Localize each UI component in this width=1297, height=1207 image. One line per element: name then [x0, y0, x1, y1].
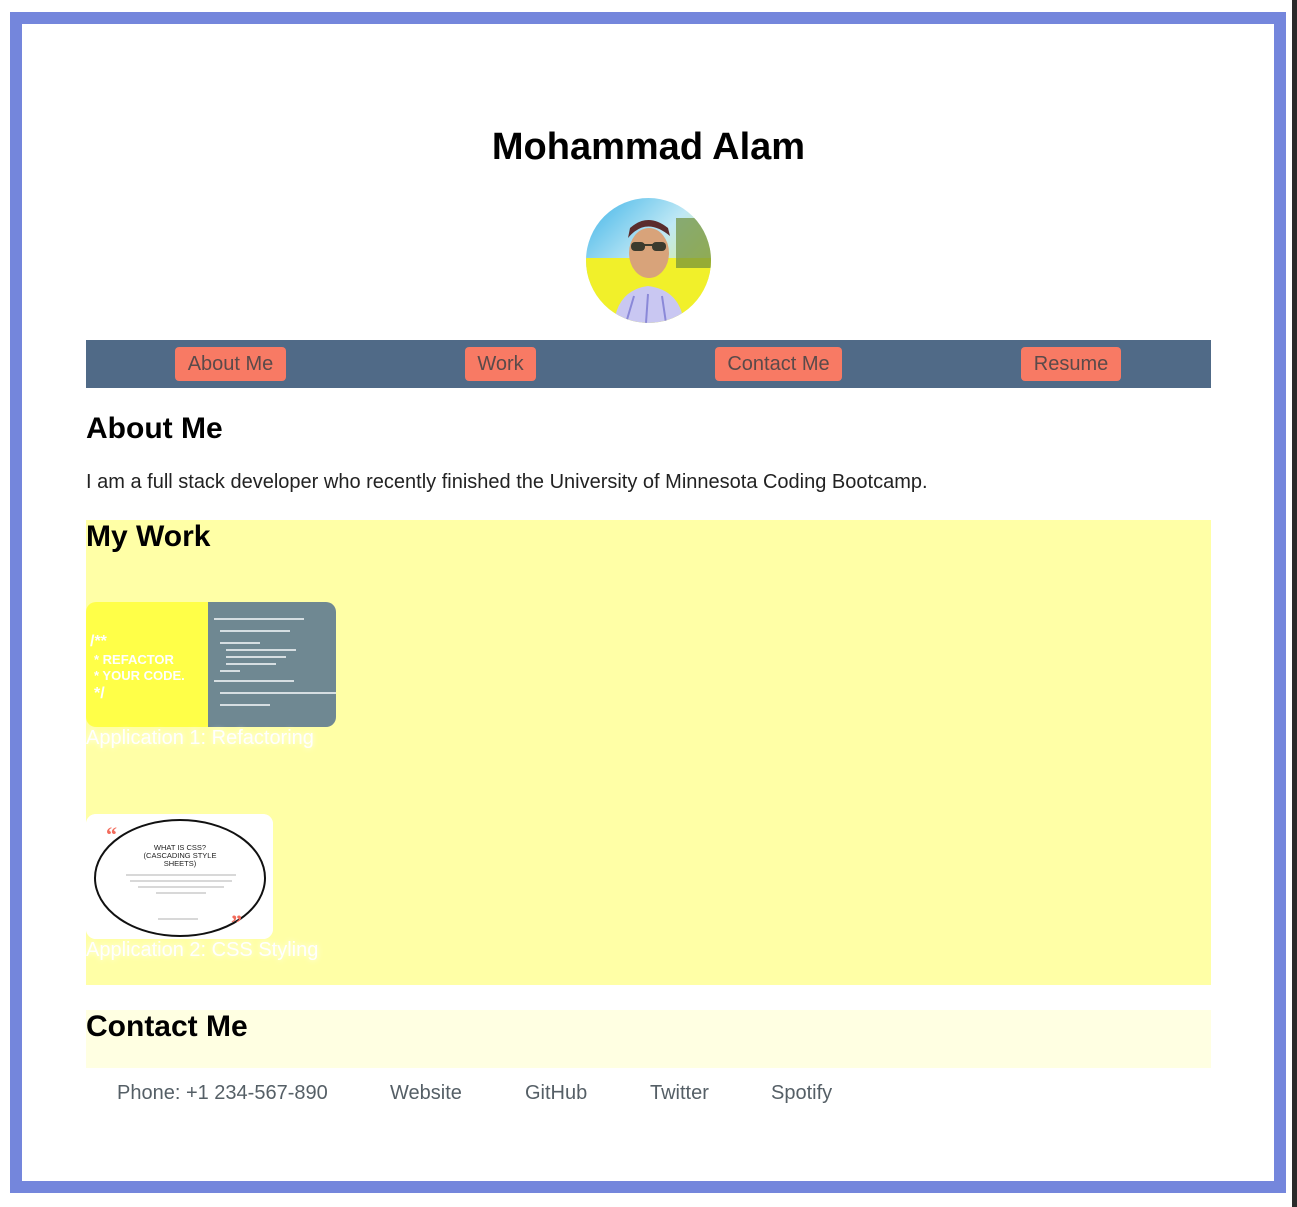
about-heading: About Me [86, 412, 223, 445]
project-1-image[interactable]: /** * REFACTOR * YOUR CODE. */ [86, 602, 336, 727]
project-1-caption[interactable]: Application 1: Refactoring [86, 727, 314, 750]
page-title: Mohammad Alam [491, 126, 806, 168]
css-line-3: SHEETS) [164, 859, 197, 868]
nav-about-me-button[interactable]: About Me [175, 347, 286, 381]
work-section: My Work /** * REFACTOR * YOUR CODE. */ A… [86, 520, 1211, 985]
css-image: “ ” WHAT IS CSS? (CASCADING STYLE SHEETS… [86, 814, 273, 939]
nav-bar: About Me Work Contact Me Resume [86, 340, 1211, 388]
avatar-image [586, 198, 711, 323]
work-heading: My Work [86, 520, 211, 553]
contact-website-link[interactable]: Website [390, 1082, 462, 1105]
refactor-image: /** * REFACTOR * YOUR CODE. */ [86, 602, 336, 727]
close-quote-icon: ” [231, 910, 242, 935]
about-text: I am a full stack developer who recently… [86, 471, 928, 493]
contact-github-link[interactable]: GitHub [525, 1082, 587, 1105]
project-2-caption[interactable]: Application 2: CSS Styling [86, 939, 318, 962]
project-2-image[interactable]: “ ” WHAT IS CSS? (CASCADING STYLE SHEETS… [86, 814, 273, 939]
nav-work-button[interactable]: Work [465, 347, 536, 381]
window-edge [1292, 0, 1297, 1207]
avatar [586, 198, 711, 323]
contact-twitter-link[interactable]: Twitter [650, 1082, 709, 1105]
contact-phone-link[interactable]: Phone: +1 234-567-890 [117, 1082, 328, 1105]
nav-resume-button[interactable]: Resume [1021, 347, 1121, 381]
nav-contact-me-button[interactable]: Contact Me [715, 347, 842, 381]
refactor-line-4: */ [94, 685, 105, 702]
refactor-line-1: /** [90, 633, 108, 650]
contact-spotify-link[interactable]: Spotify [771, 1082, 832, 1105]
refactor-line-2: * REFACTOR [94, 652, 175, 667]
open-quote-icon: “ [106, 822, 117, 847]
contact-section: Contact Me [86, 1010, 1211, 1068]
contact-heading: Contact Me [86, 1010, 248, 1043]
refactor-line-3: * YOUR CODE. [94, 668, 185, 683]
